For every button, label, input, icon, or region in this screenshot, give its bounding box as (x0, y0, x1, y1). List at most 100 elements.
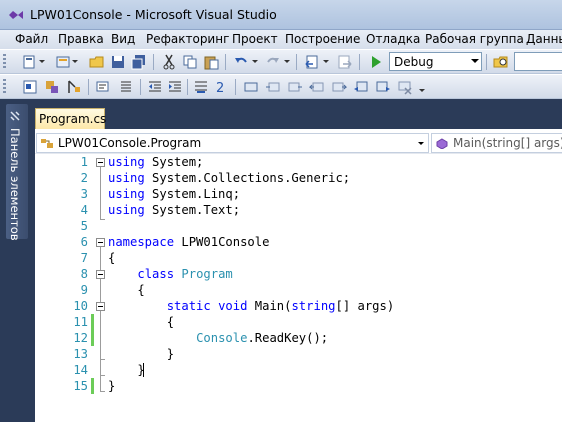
code-text: { (108, 251, 115, 265)
chevron-down-icon[interactable] (72, 60, 78, 63)
line-number: 2 (80, 171, 88, 185)
class-icon (41, 139, 53, 148)
code-line[interactable]: 12 Console.ReadKey(); (35, 330, 562, 346)
open-file-icon[interactable] (89, 54, 105, 70)
solution-configuration-select[interactable]: Debug (389, 52, 482, 71)
change-marker (91, 378, 94, 394)
menu-edit[interactable]: Правка (58, 32, 104, 46)
copy-icon[interactable] (182, 54, 198, 70)
increase-indent-icon[interactable] (167, 79, 183, 95)
undo-icon[interactable] (233, 54, 249, 70)
menu-view[interactable]: Вид (111, 32, 135, 46)
tab-program-cs[interactable]: Program.cs (35, 108, 106, 129)
keyword-token: static (166, 299, 211, 313)
navigation-bar: LPW01Console.Program Main(string[] args) (35, 133, 562, 154)
type-dropdown[interactable]: LPW01Console.Program (36, 133, 429, 153)
find-input[interactable] (514, 52, 562, 71)
line-number: 4 (80, 203, 88, 217)
code-line[interactable]: 8 class Program (35, 266, 562, 282)
toolbar-grip[interactable] (3, 79, 6, 95)
code-text: class Program (108, 267, 233, 281)
code-line[interactable]: 11 { (35, 314, 562, 330)
text-token: LPW01Console (174, 235, 270, 249)
bookmark-icon[interactable] (243, 79, 259, 95)
code-line[interactable]: 7{ (35, 250, 562, 266)
code-text: namespace LPW01Console (108, 235, 269, 249)
line-number: 13 (73, 347, 88, 361)
window-title: LPW01Console - Microsoft Visual Studio (30, 7, 277, 22)
chevron-down-icon[interactable] (39, 60, 45, 63)
toolbar-separator (359, 54, 360, 70)
clear-bookmarks-icon[interactable] (397, 79, 413, 95)
menu-build[interactable]: Построение (285, 32, 360, 46)
class-view-icon[interactable] (22, 79, 38, 95)
add-item-icon[interactable] (55, 54, 71, 70)
text-token: Main( (247, 299, 292, 313)
menu-data[interactable]: Данны (526, 32, 562, 46)
toolbar-grip[interactable] (3, 54, 6, 70)
toolbar-options-icon[interactable] (419, 89, 425, 92)
decrease-indent-icon[interactable] (147, 79, 163, 95)
toolbar-separator (235, 79, 236, 95)
keyword-token: using (108, 203, 145, 217)
code-line[interactable]: 15} (35, 378, 562, 394)
menu-project[interactable]: Проект (232, 32, 278, 46)
comment-icon[interactable] (193, 79, 209, 95)
line-number: 14 (73, 363, 88, 377)
start-debugging-icon[interactable] (368, 54, 384, 70)
line-number: 10 (73, 299, 88, 313)
keyword-token: namespace (108, 235, 175, 249)
navigate-back-icon[interactable] (304, 54, 320, 70)
type-token: Program (181, 267, 233, 281)
code-line[interactable]: 13 } (35, 346, 562, 362)
prev-bookmark-folder-icon[interactable] (309, 79, 325, 95)
find-in-files-icon[interactable] (493, 54, 509, 70)
menu-team[interactable]: Рабочая группа (425, 32, 524, 46)
code-line[interactable]: 2 using System.Collections.Generic; (35, 170, 562, 186)
object-browser-icon[interactable] (44, 79, 60, 95)
redo-icon[interactable] (265, 54, 281, 70)
next-bookmark-folder-icon[interactable] (331, 79, 347, 95)
menu-file[interactable]: Файл (15, 32, 48, 46)
next-bookmark-icon[interactable] (287, 79, 303, 95)
paste-icon[interactable] (203, 54, 219, 70)
prev-bookmark-doc-icon[interactable] (353, 79, 369, 95)
uncomment-icon[interactable]: 2 (213, 79, 229, 95)
code-line[interactable]: 10 static void Main(string[] args) (35, 298, 562, 314)
menu-refactor[interactable]: Рефакторинг (146, 32, 229, 46)
parameter-info-icon[interactable] (118, 79, 134, 95)
next-bookmark-doc-icon[interactable] (375, 79, 391, 95)
cut-icon[interactable] (161, 54, 177, 70)
prev-bookmark-icon[interactable] (265, 79, 281, 95)
chevron-down-icon (418, 142, 424, 145)
chevron-down-icon[interactable] (284, 60, 290, 63)
text-token: { (108, 283, 145, 297)
code-line[interactable]: 1 using System; (35, 154, 562, 170)
properties-icon[interactable] (66, 79, 82, 95)
code-line[interactable]: 4 using System.Text; (35, 202, 562, 218)
code-text: Console.ReadKey(); (108, 331, 328, 345)
change-marker (91, 330, 94, 346)
line-number: 8 (80, 267, 88, 281)
chevron-down-icon[interactable] (252, 60, 258, 63)
quick-info-icon[interactable] (96, 79, 112, 95)
code-line[interactable]: 6 namespace LPW01Console (35, 234, 562, 250)
code-line[interactable]: 5 (35, 218, 562, 234)
menu-debug[interactable]: Отладка (366, 32, 420, 46)
save-icon[interactable] (110, 54, 126, 70)
code-text: } (108, 379, 115, 393)
code-line[interactable]: 3 using System.Linq; (35, 186, 562, 202)
new-project-icon[interactable] (22, 54, 38, 70)
code-line[interactable]: 9 { (35, 282, 562, 298)
navigate-forward-icon[interactable] (337, 54, 353, 70)
member-dropdown[interactable]: Main(string[] args) (431, 133, 562, 153)
code-editor[interactable]: 1 using System; 2 using System.Collections.… (35, 154, 562, 422)
text-token: { (108, 251, 116, 265)
code-line[interactable]: 14 } (35, 362, 562, 378)
visual-studio-icon (9, 11, 23, 19)
svg-text:2: 2 (216, 81, 224, 95)
save-all-icon[interactable] (131, 54, 147, 70)
chevron-down-icon[interactable] (323, 60, 329, 63)
toolbar-separator (225, 54, 226, 70)
text-token: System.Linq; (144, 187, 241, 201)
